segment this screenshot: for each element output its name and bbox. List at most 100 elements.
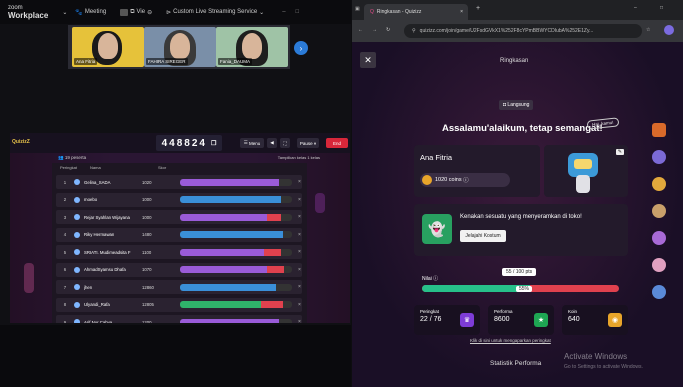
score-cell: 1000 xyxy=(142,214,152,220)
next-page-button[interactable]: › xyxy=(294,41,308,55)
rank-cell: 2 xyxy=(63,197,67,202)
chevron-down-icon[interactable]: ⌄ xyxy=(62,9,67,16)
edit-icon[interactable]: ✎ xyxy=(615,149,624,155)
player-avatar xyxy=(74,179,80,185)
share-label: Custom Live Streaming Service xyxy=(173,9,258,15)
table-row: 9 Arif Nur Cahya 1200 × xyxy=(56,315,302,323)
sound-button[interactable]: ◀ xyxy=(267,138,277,148)
remove-player-icon[interactable]: × xyxy=(298,232,301,238)
bar-segment-red xyxy=(264,248,281,256)
shelf-item xyxy=(652,204,666,218)
remove-player-icon[interactable]: × xyxy=(298,319,301,323)
leaderboard-link[interactable]: Klik di sini untuk mengaparkan peringkat xyxy=(470,338,551,343)
close-button[interactable]: ✕ xyxy=(360,52,376,68)
leaderboard: Peringkat Nama Skor 1 Gelina_SADA 1020 × 2 mo… xyxy=(52,163,307,323)
bar-segment-red xyxy=(267,266,285,273)
accuracy-bar xyxy=(180,248,292,256)
minimize-icon[interactable]: – xyxy=(634,5,637,11)
url-field[interactable]: ⚲ quizizz.com/join/game/U2FsdGVkX1%252F8c… xyxy=(404,24,642,38)
reload-icon[interactable]: ↻ xyxy=(386,27,390,33)
pause-button[interactable]: Pause ⏸ xyxy=(297,138,319,148)
remove-player-icon[interactable]: × xyxy=(298,197,301,203)
view-label: Vie xyxy=(136,9,146,15)
grid-icon xyxy=(120,8,129,16)
settings-icon: ⊖ xyxy=(147,9,153,16)
maximize-icon[interactable]: □ xyxy=(296,9,300,15)
shelf-item xyxy=(652,150,666,164)
remove-player-icon[interactable]: × xyxy=(298,179,301,185)
room-code[interactable]: 448824 ❐ xyxy=(156,135,222,151)
fullscreen-button[interactable]: ⛶ xyxy=(280,138,290,148)
video-tile[interactable]: Fania_DAUMA xyxy=(216,27,288,67)
end-label: End xyxy=(332,140,341,146)
table-row: 1 Gelina_SADA 1020 × xyxy=(56,175,302,189)
promo-card: 👻 Kenakan sesuatu yang menyeramkan di to… xyxy=(414,204,628,256)
bar-segment-red xyxy=(267,213,281,221)
star-icon[interactable]: ☆ xyxy=(646,27,650,33)
avatar-face xyxy=(574,159,592,169)
video-tile[interactable]: FAHIRA SIREGER xyxy=(144,27,216,67)
face xyxy=(98,33,118,59)
close-tab-icon[interactable]: × xyxy=(460,9,463,15)
view-menu[interactable]: ⧉ Vie ⊖ xyxy=(120,8,153,16)
activate-windows-title: Activate Windows xyxy=(564,352,628,361)
back-icon[interactable]: ← xyxy=(358,27,363,33)
coins-badge: 1020 coins ⓘ xyxy=(420,173,510,187)
close-icon: ✕ xyxy=(364,54,372,65)
performance-stat: Performa 8600 ★ xyxy=(488,305,554,335)
browser-window: ▣ Q Ringkasan - Quizizz × + – □ ← → ↻ ⚲ q… xyxy=(352,0,683,387)
tab-list-icon[interactable]: ▣ xyxy=(355,6,360,12)
table-row: 3 Rejar Syahlan Wijayana 1000 × xyxy=(56,210,302,224)
bar-segment-purple xyxy=(180,213,268,221)
bar-segment-purple xyxy=(180,178,279,186)
players-count: 👥 19 peserta xyxy=(58,155,86,161)
end-button[interactable]: End xyxy=(326,138,348,148)
bar-segment-blue xyxy=(180,283,277,291)
tab-quizizz[interactable]: Q Ringkasan - Quizizz × xyxy=(364,4,468,20)
people-icon: 👥 xyxy=(58,155,64,160)
player-name: AhmadSyamsu Dhafa xyxy=(84,267,126,272)
tab-bar: ▣ Q Ringkasan - Quizizz × + – □ xyxy=(352,0,683,20)
remove-player-icon[interactable]: × xyxy=(298,284,301,290)
profile-avatar[interactable] xyxy=(664,25,674,35)
url-text: quizizz.com/join/game/U2FsdGVkX1%252F8cY… xyxy=(419,28,594,34)
explore-costume-button[interactable]: Jelajahi Kostum xyxy=(460,230,506,242)
column-header: Skor xyxy=(158,164,167,170)
player-name: Arif Nur Cahya xyxy=(84,319,113,324)
remove-player-icon[interactable]: × xyxy=(298,214,301,220)
accuracy-bar xyxy=(180,213,292,221)
player-name: Ulyandi_Rafa xyxy=(84,302,110,307)
rank-cell: 8 xyxy=(63,302,67,307)
hide-toggle[interactable]: Tampilkan kelas 1 kelas xyxy=(278,155,320,160)
remove-player-icon[interactable]: × xyxy=(298,302,301,308)
bar-segment-purple xyxy=(180,318,279,323)
avatar-card[interactable]: ✎ xyxy=(544,145,628,197)
accuracy-bar xyxy=(180,266,292,273)
rank-cell: 6 xyxy=(63,267,67,272)
menu-button[interactable]: ☰ Menu xyxy=(240,138,264,148)
bar-segment-blue xyxy=(180,196,281,203)
stats-title: Statistik Performa xyxy=(490,360,542,367)
accuracy-bar xyxy=(180,178,292,186)
player-avatar xyxy=(74,319,80,323)
score-label-text: Nilai xyxy=(422,276,432,282)
forward-icon[interactable]: → xyxy=(372,27,377,33)
minimize-icon[interactable]: – xyxy=(282,9,285,15)
video-tile[interactable]: Ana Fitria xyxy=(72,27,144,67)
maximize-icon[interactable]: □ xyxy=(660,5,663,11)
zoom-window: zoom Workplace ⌄ 🐾 Meeting ⧉ Vie ⊖ ⊳ Custom … xyxy=(0,0,351,387)
remove-player-icon[interactable]: × xyxy=(298,267,301,273)
coin-icon xyxy=(422,175,432,185)
score-cell: 1480 xyxy=(142,232,152,237)
meeting-menu[interactable]: 🐾 Meeting xyxy=(75,9,106,16)
coins-label: 1020 coins xyxy=(435,177,462,183)
shelf-item xyxy=(652,177,666,191)
accuracy-bar xyxy=(180,283,292,291)
stat-label: Peringkat xyxy=(420,309,440,314)
share-menu[interactable]: ⊳ Custom Live Streaming Service ⌄ xyxy=(166,9,264,16)
face xyxy=(170,33,190,59)
column-header: Nama xyxy=(90,164,101,170)
new-tab-button[interactable]: + xyxy=(476,5,480,12)
remove-player-icon[interactable]: × xyxy=(298,249,301,255)
score-bar-fill xyxy=(422,285,531,292)
